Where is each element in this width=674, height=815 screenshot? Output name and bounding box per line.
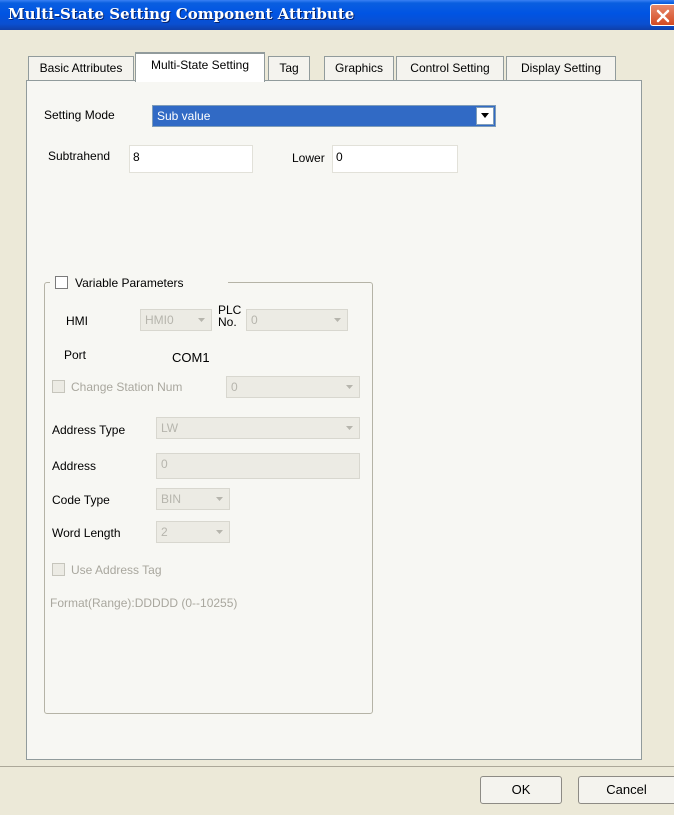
address-input[interactable]: 0 xyxy=(156,453,360,479)
address-label: Address xyxy=(52,459,97,473)
cancel-button[interactable]: Cancel xyxy=(578,776,674,804)
address-type-select[interactable]: LW xyxy=(156,417,360,439)
change-station-select[interactable]: 0 xyxy=(226,376,360,398)
code-type-select[interactable]: BIN xyxy=(156,488,230,510)
code-type-label: Code Type xyxy=(52,493,110,507)
use-address-tag-label: Use Address Tag xyxy=(71,563,162,577)
word-length-select[interactable]: 2 xyxy=(156,521,230,543)
use-address-tag-checkbox[interactable] xyxy=(52,563,65,576)
chevron-down-icon xyxy=(216,497,223,501)
tab-tag[interactable]: Tag xyxy=(268,56,310,80)
word-length-label: Word Length xyxy=(52,526,121,540)
plc-label-line2: No. xyxy=(218,315,237,329)
plc-no-select[interactable]: 0 xyxy=(246,309,348,331)
tab-display-setting[interactable]: Display Setting xyxy=(506,56,616,80)
window-title: Multi-State Setting Component Attribute xyxy=(8,5,355,23)
chevron-down-icon xyxy=(481,113,489,118)
setting-mode-value: Sub value xyxy=(157,109,211,123)
chevron-down-icon xyxy=(346,385,353,389)
chevron-down-icon xyxy=(198,318,205,322)
tab-graphics[interactable]: Graphics xyxy=(324,56,394,80)
lower-input[interactable]: 0 xyxy=(332,145,458,173)
title-bar: Multi-State Setting Component Attribute xyxy=(0,0,674,30)
tab-control-setting[interactable]: Control Setting xyxy=(396,56,504,80)
subtrahend-label: Subtrahend xyxy=(48,149,111,163)
close-button[interactable] xyxy=(650,4,674,26)
hmi-select[interactable]: HMI0 xyxy=(140,309,212,331)
bottom-divider xyxy=(0,766,674,767)
change-station-checkbox[interactable] xyxy=(52,380,65,393)
port-label: Port xyxy=(64,348,87,362)
hmi-label: HMI xyxy=(66,314,88,328)
setting-mode-select[interactable]: Sub value xyxy=(152,105,496,127)
chevron-down-icon xyxy=(346,426,353,430)
tab-multi-state-setting[interactable]: Multi-State Setting xyxy=(135,52,265,82)
chevron-down-icon xyxy=(216,530,223,534)
setting-mode-dropdown-button[interactable] xyxy=(476,107,494,125)
setting-mode-label: Setting Mode xyxy=(44,108,115,122)
format-range-text: Format(Range):DDDDD (0--10255) xyxy=(50,596,238,610)
port-value: COM1 xyxy=(172,350,210,365)
ok-button[interactable]: OK xyxy=(480,776,562,804)
tab-basic-attributes[interactable]: Basic Attributes xyxy=(28,56,134,80)
lower-label: Lower xyxy=(292,151,325,165)
variable-parameters-label: Variable Parameters xyxy=(75,276,184,290)
subtrahend-input[interactable]: 8 xyxy=(129,145,253,173)
change-station-label: Change Station Num xyxy=(71,380,183,394)
close-icon xyxy=(656,9,670,23)
address-type-label: Address Type xyxy=(52,423,126,437)
variable-parameters-checkbox[interactable] xyxy=(55,276,68,289)
chevron-down-icon xyxy=(334,318,341,322)
